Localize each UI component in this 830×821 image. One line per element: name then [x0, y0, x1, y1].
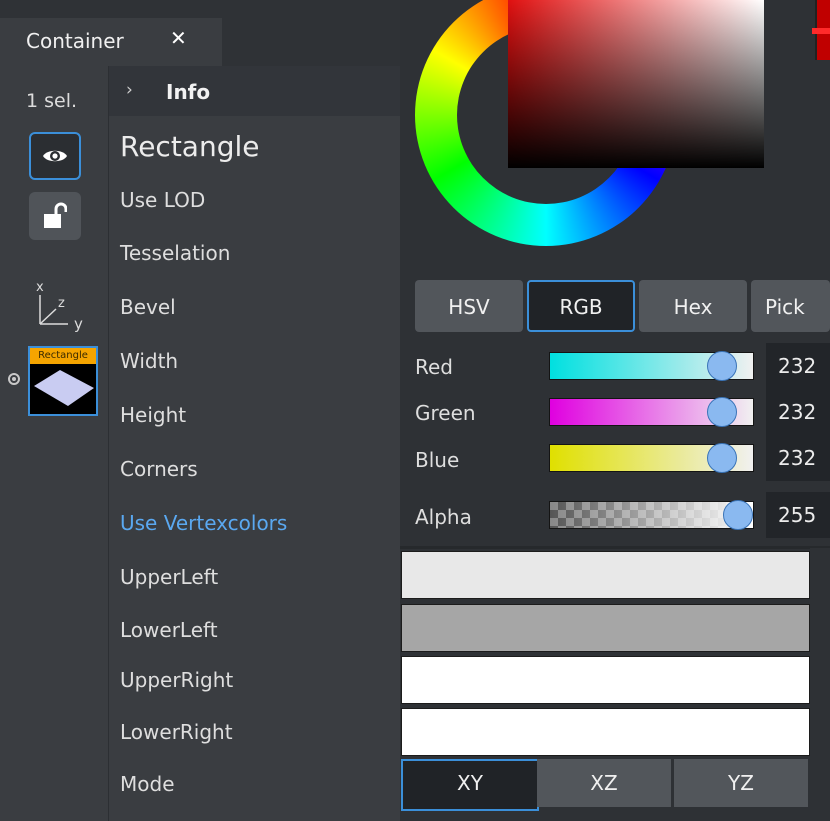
visibility-toggle-button[interactable] [29, 132, 81, 180]
prop-corners: Corners [120, 457, 198, 481]
lock-toggle-button[interactable] [29, 192, 81, 240]
object-title: Rectangle [120, 130, 260, 163]
rectangle-preview-icon [34, 370, 94, 406]
prop-bevel: Bevel [120, 295, 176, 319]
axis-x-label: x [36, 280, 44, 295]
blue-label: Blue [415, 448, 460, 472]
thumbnail-label: Rectangle [30, 348, 96, 364]
prop-height: Height [120, 403, 187, 427]
upperright-color-swatch[interactable] [401, 656, 810, 704]
mode-hsv-button[interactable]: HSV [415, 280, 523, 332]
green-label: Green [415, 401, 476, 425]
saturation-value-square[interactable] [508, 0, 764, 168]
red-label: Red [415, 355, 453, 379]
prop-tesselation: Tesselation [120, 241, 231, 265]
prop-use-vertexcolors[interactable]: Use Vertexcolors [120, 511, 287, 535]
mode-pick-button[interactable]: Pick [751, 280, 830, 332]
prop-upperleft: UpperLeft [120, 565, 219, 589]
alpha-value-input[interactable]: 255 [766, 492, 830, 538]
hue-marker[interactable] [812, 28, 830, 34]
upperleft-color-swatch[interactable] [401, 551, 810, 599]
green-value-input[interactable]: 232 [766, 389, 830, 435]
mode-yz-button[interactable]: YZ [674, 759, 808, 807]
mode-hex-button[interactable]: Hex [639, 280, 747, 332]
alpha-label: Alpha [415, 505, 472, 529]
eye-icon [43, 150, 67, 162]
mode-xy-button[interactable]: XY [401, 759, 539, 811]
info-section-header[interactable] [109, 66, 400, 116]
axes-icon: x z y [36, 280, 83, 333]
info-label: Info [166, 80, 211, 104]
green-slider-knob[interactable] [707, 397, 737, 427]
prop-use-lod: Use LOD [120, 188, 206, 212]
red-slider-knob[interactable] [707, 351, 737, 381]
tab-title: Container [26, 29, 124, 53]
lowerleft-color-swatch[interactable] [401, 604, 810, 652]
blue-slider[interactable] [549, 443, 754, 473]
prop-width: Width [120, 349, 179, 373]
mode-xz-button[interactable]: XZ [537, 759, 671, 807]
red-value-input[interactable]: 232 [766, 343, 830, 389]
prop-lowerleft: LowerLeft [120, 618, 218, 642]
tab-close-icon[interactable]: ✕ [170, 26, 187, 50]
selection-count: 1 sel. [26, 90, 78, 112]
axis-z-label: z [58, 296, 65, 311]
alpha-slider[interactable] [549, 500, 754, 530]
prop-upperright: UpperRight [120, 668, 234, 692]
alpha-slider-knob[interactable] [723, 500, 753, 530]
panel-divider [400, 546, 830, 549]
red-slider[interactable] [549, 351, 754, 381]
rectangle-thumbnail[interactable]: Rectangle [28, 346, 98, 416]
properties-panel [108, 66, 400, 821]
prop-lowerright: LowerRight [120, 720, 233, 744]
thumbnail-radio[interactable] [8, 373, 20, 385]
chevron-right-icon[interactable]: › [126, 80, 133, 100]
scroll-gutter [810, 548, 830, 821]
axis-y-label: y [74, 315, 83, 333]
unlock-icon [44, 202, 67, 228]
blue-value-input[interactable]: 232 [766, 435, 830, 481]
green-slider[interactable] [549, 397, 754, 427]
blue-slider-knob[interactable] [707, 443, 737, 473]
prop-mode: Mode [120, 772, 175, 796]
mode-rgb-button[interactable]: RGB [527, 280, 635, 332]
lowerright-color-swatch[interactable] [401, 708, 810, 756]
